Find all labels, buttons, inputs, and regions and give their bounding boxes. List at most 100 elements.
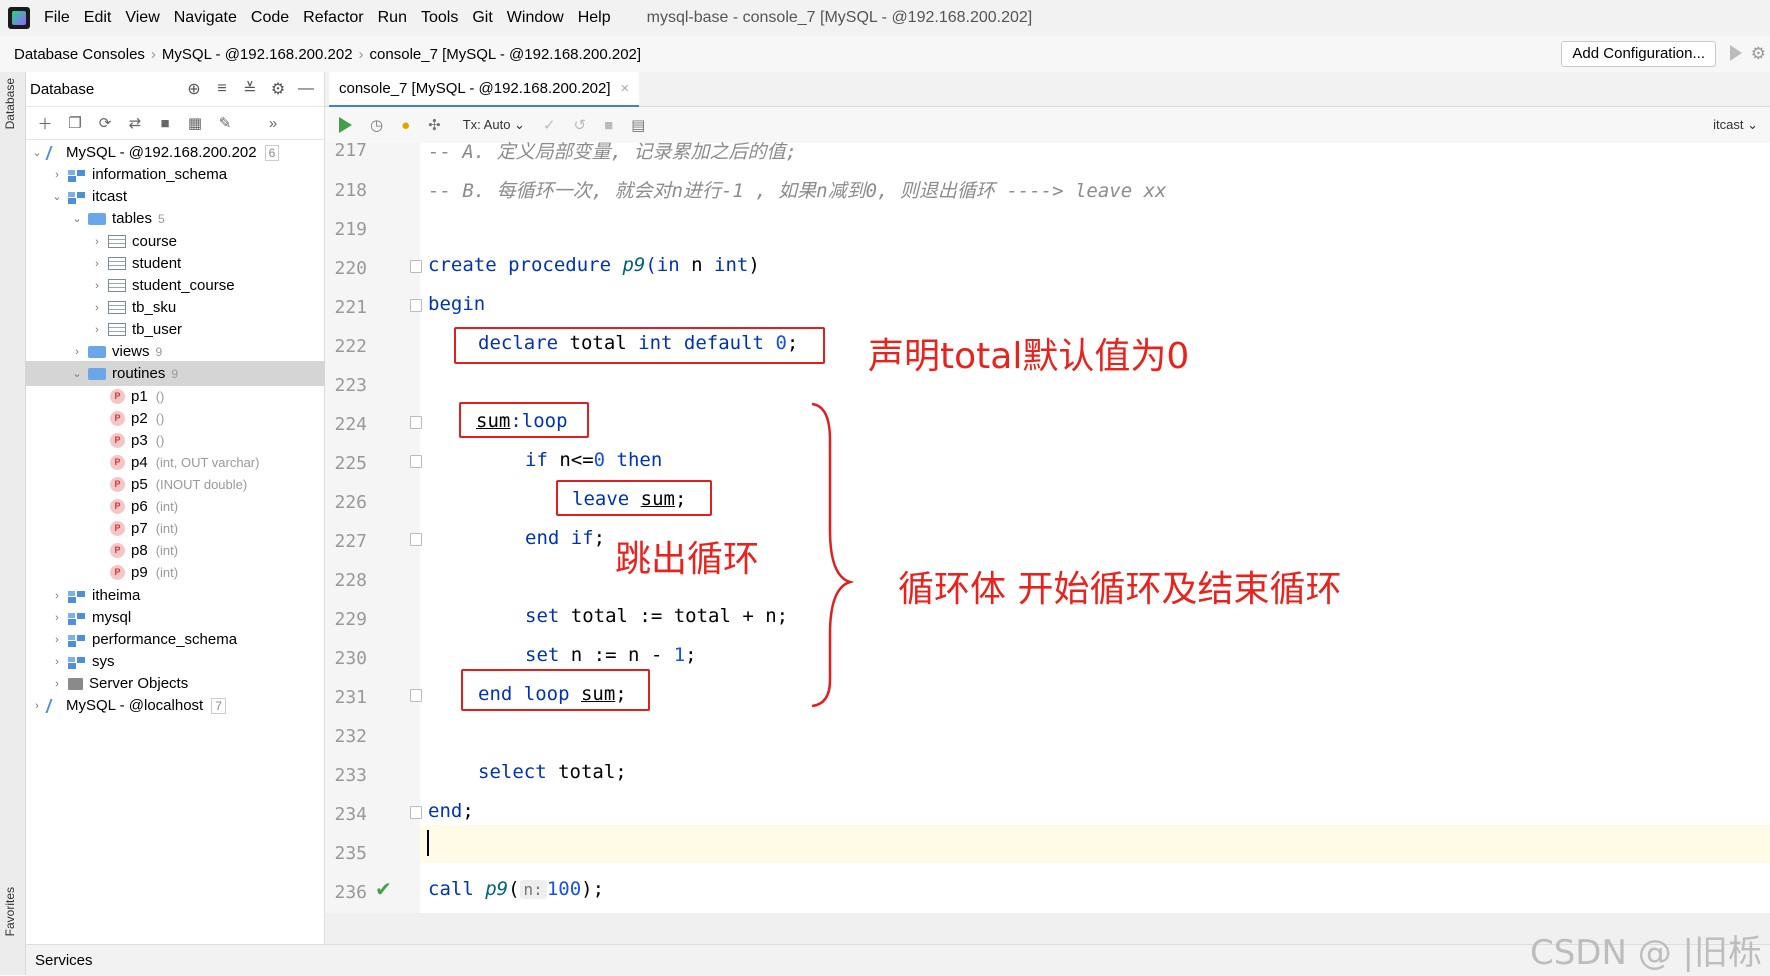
tab-label: console_7 [MySQL - @192.168.200.202] bbox=[339, 80, 611, 97]
fold-marker-icon[interactable] bbox=[410, 299, 422, 312]
favorites-tool-window-button[interactable]: Favorites bbox=[3, 887, 17, 936]
fold-marker-icon[interactable] bbox=[410, 806, 422, 819]
menu-run[interactable]: Run bbox=[378, 9, 407, 27]
database-panel-header: Database ⊕ ≡ ≚ ⚙ — bbox=[26, 72, 324, 107]
output-table-icon[interactable]: ▤ bbox=[631, 116, 645, 134]
transaction-mode-dropdown[interactable]: Tx: Auto ⌄ bbox=[463, 117, 525, 133]
rollback-icon[interactable]: ↺ bbox=[574, 116, 587, 134]
tree-label: p2 bbox=[131, 410, 148, 427]
menu-navigate[interactable]: Navigate bbox=[174, 9, 237, 27]
chevron-right-icon[interactable]: › bbox=[90, 236, 104, 248]
chevron-right-icon[interactable]: › bbox=[50, 590, 64, 602]
procedure-icon: P bbox=[110, 433, 125, 448]
execute-icon[interactable] bbox=[339, 117, 352, 133]
editor-tab-bar: console_7 [MySQL - @192.168.200.202] × bbox=[325, 72, 1770, 108]
collapse-all-icon[interactable]: ≚ bbox=[240, 79, 260, 99]
table-icon[interactable]: ▦ bbox=[184, 114, 206, 132]
chevron-right-icon[interactable]: › bbox=[50, 634, 64, 646]
fold-marker-icon[interactable] bbox=[410, 416, 422, 429]
menu-edit[interactable]: Edit bbox=[84, 9, 112, 27]
menu-view[interactable]: View bbox=[125, 9, 159, 27]
server-objects-icon bbox=[68, 677, 83, 690]
code-function: p9 bbox=[485, 878, 509, 900]
menu-file[interactable]: File bbox=[44, 9, 70, 27]
procedure-icon: P bbox=[110, 389, 125, 404]
procedure-icon: P bbox=[110, 477, 125, 492]
add-configuration-button[interactable]: Add Configuration... bbox=[1561, 41, 1716, 67]
tree-node-folder[interactable]: ⌄ tables 5 bbox=[26, 206, 368, 231]
menu-git[interactable]: Git bbox=[472, 9, 492, 27]
minimize-icon[interactable]: — bbox=[296, 80, 316, 98]
chevron-right-icon[interactable]: › bbox=[90, 324, 104, 336]
menu-refactor[interactable]: Refactor bbox=[303, 9, 363, 27]
chevron-right-icon[interactable]: › bbox=[50, 612, 64, 624]
commit-icon[interactable]: ✓ bbox=[543, 116, 556, 134]
tree-label: itheima bbox=[92, 587, 141, 604]
settings-wrench-icon[interactable]: ✣ bbox=[428, 116, 441, 134]
run-configuration-icon[interactable] bbox=[1730, 45, 1742, 61]
line-number: 231 bbox=[334, 687, 367, 708]
chevron-right-icon[interactable]: › bbox=[30, 700, 44, 712]
breadcrumb-connection[interactable]: MySQL - @192.168.200.202 bbox=[162, 46, 353, 63]
expand-all-icon[interactable]: ≡ bbox=[212, 80, 232, 98]
code-number: 0 bbox=[593, 449, 606, 471]
target-icon[interactable]: ⊕ bbox=[184, 79, 204, 99]
procedure-signature: (INOUT double) bbox=[155, 477, 248, 492]
refresh-icon[interactable]: ⟳ bbox=[94, 114, 116, 132]
schema-selector[interactable]: itcast ⌄ bbox=[1713, 117, 1758, 133]
chevron-down-icon[interactable]: ⌄ bbox=[70, 367, 84, 380]
parameters-icon[interactable]: ● bbox=[401, 117, 410, 134]
chevron-down-icon[interactable]: ⌄ bbox=[70, 212, 84, 225]
tree-node-folder-selected[interactable]: ⌄ routines 9 bbox=[26, 361, 368, 386]
line-number: 229 bbox=[334, 609, 367, 630]
breadcrumb-console[interactable]: console_7 [MySQL - @192.168.200.202] bbox=[370, 46, 642, 63]
chevron-right-icon[interactable]: › bbox=[90, 280, 104, 292]
procedure-signature: () bbox=[155, 433, 165, 448]
line-number: 227 bbox=[334, 531, 367, 552]
chevron-down-icon[interactable]: ⌄ bbox=[30, 146, 44, 159]
tree-node-connection[interactable]: › MySQL - @localhost 7 bbox=[26, 693, 328, 718]
gear-icon[interactable]: ⚙ bbox=[268, 79, 288, 99]
history-icon[interactable]: ◷ bbox=[370, 116, 383, 134]
database-tool-window-button[interactable]: Database bbox=[3, 78, 17, 129]
count-badge: 6 bbox=[264, 144, 280, 161]
tree-label: MySQL - @192.168.200.202 bbox=[66, 144, 257, 161]
procedure-icon: P bbox=[110, 565, 125, 580]
fold-marker-icon[interactable] bbox=[410, 533, 422, 546]
tab-console-7[interactable]: console_7 [MySQL - @192.168.200.202] × bbox=[329, 72, 640, 108]
breadcrumb-database-consoles[interactable]: Database Consoles bbox=[14, 46, 145, 63]
code-number: 100 bbox=[546, 878, 582, 900]
database-panel: Database ⊕ ≡ ≚ ⚙ — ＋ ❐ ⟳ ⇄ ■ ▦ ✎ » ⌄ MyS… bbox=[26, 72, 368, 944]
procedure-signature: (int, OUT varchar) bbox=[155, 455, 260, 470]
menu-help[interactable]: Help bbox=[578, 9, 611, 27]
stop-icon[interactable]: ■ bbox=[154, 115, 176, 132]
stop-icon[interactable]: ■ bbox=[604, 117, 613, 134]
close-icon[interactable]: × bbox=[621, 80, 630, 97]
fold-marker-icon[interactable] bbox=[410, 455, 422, 468]
menu-window[interactable]: Window bbox=[507, 9, 564, 27]
services-tool-window-button[interactable]: Services bbox=[35, 952, 93, 969]
chevron-right-icon[interactable]: › bbox=[50, 678, 64, 690]
chevron-right-icon[interactable]: › bbox=[90, 302, 104, 314]
fold-marker-icon[interactable] bbox=[410, 260, 422, 273]
menu-code[interactable]: Code bbox=[251, 9, 289, 27]
chevron-right-icon[interactable]: › bbox=[50, 656, 64, 668]
procedure-icon: P bbox=[110, 411, 125, 426]
code-keyword: end if bbox=[525, 527, 594, 549]
tree-label: course bbox=[132, 233, 178, 250]
chevron-right-icon[interactable]: › bbox=[70, 346, 84, 358]
code-line: if n<=0 then bbox=[525, 449, 662, 471]
fold-marker-icon[interactable] bbox=[410, 689, 422, 702]
more-icon[interactable]: » bbox=[262, 115, 284, 132]
chevron-right-icon[interactable]: › bbox=[90, 258, 104, 270]
gear-icon[interactable]: ⚙ bbox=[1751, 44, 1766, 64]
copy-icon[interactable]: ❐ bbox=[64, 114, 86, 132]
edit-icon[interactable]: ✎ bbox=[214, 114, 236, 132]
line-number: 221 bbox=[334, 297, 367, 318]
chevron-down-icon[interactable]: ⌄ bbox=[50, 190, 64, 203]
add-icon[interactable]: ＋ bbox=[34, 113, 56, 134]
sync-icon[interactable]: ⇄ bbox=[124, 114, 146, 132]
menu-tools[interactable]: Tools bbox=[421, 9, 458, 27]
code-identifier: total; bbox=[546, 761, 627, 783]
chevron-right-icon[interactable]: › bbox=[50, 169, 64, 181]
